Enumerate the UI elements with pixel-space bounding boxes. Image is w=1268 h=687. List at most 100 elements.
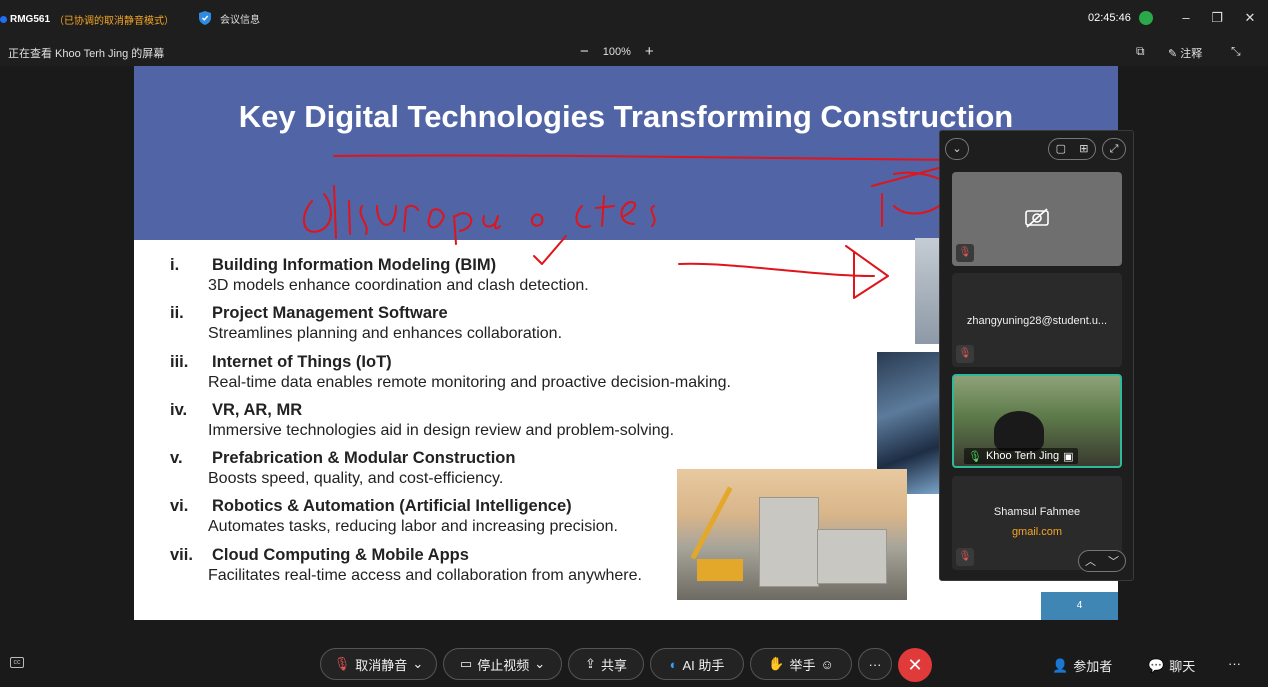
- webex-logo-icon: [0, 16, 7, 23]
- mic-muted-icon: 🎙: [956, 345, 974, 363]
- stop-video-label: 停止视频: [477, 657, 530, 673]
- chat-bubble-icon: 💬: [1148, 657, 1165, 673]
- close-icon: ✕: [907, 655, 923, 675]
- item-description: Streamlines planning and enhances collab…: [208, 325, 563, 343]
- network-signal-icon[interactable]: [1139, 11, 1153, 25]
- item-heading: Building Information Modeling (BIM): [212, 256, 497, 274]
- chevron-down-icon[interactable]: ⌄: [534, 656, 545, 672]
- annotate-label: 注释: [1180, 48, 1203, 60]
- single-view-icon[interactable]: ▢: [1056, 139, 1066, 159]
- reactions-icon[interactable]: ☺: [820, 657, 833, 672]
- share-button[interactable]: ⇪ 共享: [568, 648, 644, 680]
- hand-icon: ✋: [768, 656, 785, 671]
- item-number: ii.: [170, 304, 184, 323]
- item-number: iii.: [170, 352, 189, 371]
- video-off-icon: [1025, 208, 1049, 228]
- share-icon: ⇪: [585, 656, 596, 671]
- item-heading: Project Management Software: [212, 304, 448, 323]
- precast-wall-2: [817, 529, 887, 584]
- collapse-panel-button[interactable]: ⌄: [945, 138, 969, 160]
- page-up-icon[interactable]: ︿: [1085, 553, 1096, 569]
- meeting-info-button[interactable]: 会议信息: [198, 10, 260, 26]
- pen-icon: ✎: [1168, 47, 1178, 60]
- tile-paging: ︿ ﹀: [1078, 550, 1126, 572]
- participant-panel: ⌄ ▢ ⊞ ⤢ 🎙 zhangyuning28@student.u... 🎙 🎙…: [939, 130, 1134, 581]
- item-number: i.: [170, 256, 180, 274]
- list-item: iv. VR, AR, MR Immersive technologies ai…: [170, 401, 810, 449]
- list-item: v. Prefabrication & Modular Construction…: [170, 449, 810, 497]
- active-video-tile[interactable]: 🎙 Khoo Terh Jing ▣: [952, 374, 1122, 468]
- grid-view-icon[interactable]: ⊞: [1079, 139, 1088, 159]
- item-heading: Prefabrication & Modular Construction: [212, 449, 516, 468]
- slide-page-number: 4: [1041, 592, 1118, 620]
- mic-active-icon: 🎙: [968, 450, 982, 463]
- participant-email: gmail.com: [1011, 526, 1063, 538]
- chat-label: 聊天: [1169, 659, 1196, 674]
- meeting-name: RMG561 （已协调的取消静音模式）: [0, 12, 174, 27]
- list-item: vii. Cloud Computing & Mobile Apps Facil…: [170, 546, 810, 594]
- participant-name: Shamsul Fahmee: [993, 506, 1081, 518]
- item-number: v.: [170, 449, 183, 468]
- meeting-clock: 02:45:46: [1088, 12, 1131, 24]
- ai-icon: ◐: [669, 656, 678, 672]
- list-item: ii. Project Management Software Streamli…: [170, 304, 810, 352]
- item-description: 3D models enhance coordination and clash…: [208, 277, 589, 294]
- page-down-icon[interactable]: ﹀: [1108, 553, 1119, 569]
- mic-muted-icon: 🎙: [956, 244, 974, 262]
- share-view-bar: 正在查看 Khoo Terh Jing 的屏幕 − 100% + ⧉ ✎ 注释 …: [0, 38, 1268, 66]
- zoom-out-button[interactable]: −: [580, 43, 589, 60]
- participant-name: zhangyuning28@student.u...: [966, 315, 1108, 327]
- mic-off-icon: 🎙: [333, 656, 351, 671]
- participants-label: 参加者: [1073, 659, 1113, 674]
- video-tile[interactable]: zhangyuning28@student.u... 🎙: [952, 273, 1122, 367]
- list-item: i. Building Information Modeling (BIM) 3…: [170, 256, 810, 304]
- end-call-button[interactable]: ✕: [898, 648, 932, 682]
- more-options-button[interactable]: ···: [858, 648, 892, 680]
- meeting-controls: cc 🎙 取消静音 ⌄ ▭ 停止视频 ⌄ ⇪ 共享 ◐ AI 助手 ✋ 举手 ☺…: [0, 640, 1268, 687]
- share-options-icon[interactable]: ⧉: [1136, 44, 1150, 58]
- layout-toggle[interactable]: ▢ ⊞: [1048, 138, 1096, 160]
- item-heading: VR, AR, MR: [212, 400, 303, 419]
- speaker-label: 🎙 Khoo Terh Jing ▣: [964, 448, 1078, 464]
- minimize-icon[interactable]: –: [1177, 9, 1195, 27]
- captions-icon[interactable]: cc: [10, 657, 24, 668]
- chat-button[interactable]: 💬 聊天: [1148, 656, 1195, 675]
- item-number: vi.: [170, 497, 189, 516]
- item-number: iv.: [170, 400, 188, 419]
- meeting-info-label: 会议信息: [220, 14, 260, 26]
- zoom-in-button[interactable]: +: [645, 43, 654, 60]
- item-number: vii.: [170, 545, 193, 564]
- restore-icon[interactable]: ❐: [1208, 9, 1226, 27]
- participants-button[interactable]: 👤 参加者: [1052, 656, 1112, 675]
- item-description: Immersive technologies aid in design rev…: [208, 421, 675, 439]
- item-heading: Robotics & Automation (Artificial Intell…: [212, 497, 572, 516]
- raise-hand-label: 举手: [789, 657, 816, 673]
- ai-assistant-button[interactable]: ◐ AI 助手: [650, 648, 744, 680]
- camera-icon: ▭: [459, 656, 473, 671]
- collapse-icon[interactable]: ⤡: [1231, 44, 1245, 58]
- close-icon[interactable]: ✕: [1241, 9, 1259, 27]
- stop-video-button[interactable]: ▭ 停止视频 ⌄: [443, 648, 562, 680]
- participant-name: Khoo Terh Jing: [985, 450, 1060, 462]
- overflow-menu-button[interactable]: ···: [1228, 656, 1241, 671]
- unmute-button[interactable]: 🎙 取消静音 ⌄: [320, 648, 437, 680]
- list-item: vi. Robotics & Automation (Artificial In…: [170, 497, 810, 545]
- chevron-down-icon[interactable]: ⌄: [412, 656, 423, 672]
- item-description: Facilitates real-time access and collabo…: [208, 566, 642, 584]
- person-icon: 👤: [1052, 657, 1069, 673]
- item-description: Boosts speed, quality, and cost-efficien…: [208, 470, 504, 488]
- mute-mode-note: （已协调的取消静音模式）: [54, 16, 175, 27]
- item-heading: Cloud Computing & Mobile Apps: [212, 545, 469, 564]
- mic-muted-icon: 🎙: [956, 548, 974, 566]
- viewing-screen-label: 正在查看 Khoo Terh Jing 的屏幕: [8, 48, 165, 60]
- list-item: iii. Internet of Things (IoT) Real-time …: [170, 353, 810, 401]
- annotate-button[interactable]: ✎ 注释: [1168, 45, 1202, 61]
- item-heading: Internet of Things (IoT): [212, 352, 392, 371]
- fullscreen-icon[interactable]: ⤢: [1102, 138, 1126, 160]
- share-label: 共享: [600, 657, 627, 673]
- video-tile[interactable]: 🎙: [952, 172, 1122, 266]
- item-description: Automates tasks, reducing labor and incr…: [208, 518, 618, 536]
- raise-hand-button[interactable]: ✋ 举手 ☺: [750, 648, 852, 680]
- speaker-silhouette: [994, 411, 1044, 451]
- item-description: Real-time data enables remote monitoring…: [208, 373, 731, 391]
